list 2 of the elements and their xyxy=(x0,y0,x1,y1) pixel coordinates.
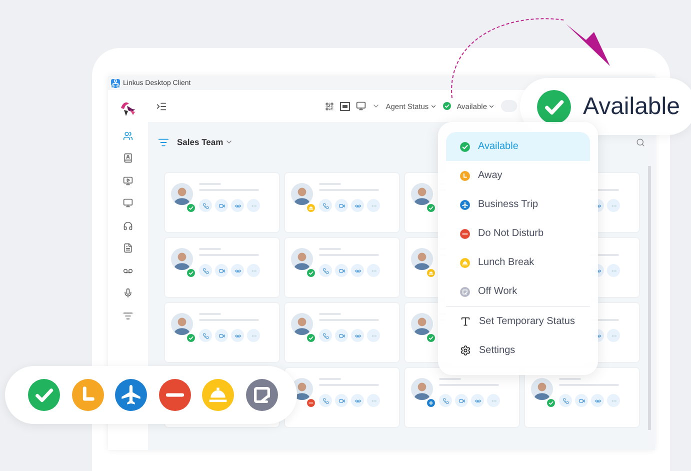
callout-label: Available xyxy=(583,92,680,120)
group-selector[interactable]: Sales Team xyxy=(177,137,234,147)
